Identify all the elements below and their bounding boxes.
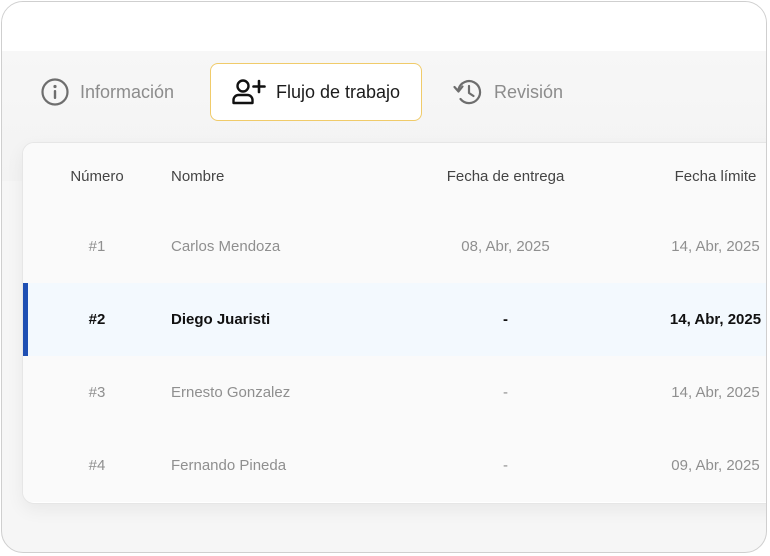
table-row[interactable]: #1 Carlos Mendoza 08, Abr, 2025 14, Abr,… xyxy=(23,210,766,283)
workflow-panel: Información Flujo de trabajo Revisión Nú… xyxy=(1,1,767,553)
row-fecha-limite: 09, Abr, 2025 xyxy=(671,457,760,474)
info-icon xyxy=(40,77,70,107)
top-bar xyxy=(2,2,766,52)
table-row[interactable]: #3 Ernesto Gonzalez - 14, Abr, 2025 xyxy=(23,356,766,429)
tab-revision-label: Revisión xyxy=(494,81,564,102)
tab-informacion[interactable]: Información xyxy=(40,63,174,121)
tab-flujo-label: Flujo de trabajo xyxy=(275,81,401,102)
row-numero: #2 xyxy=(88,311,106,328)
history-icon xyxy=(452,77,484,107)
table-row[interactable]: #4 Fernando Pineda - 09, Abr, 2025 xyxy=(23,429,766,502)
workflow-table: Número Nombre Fecha de entrega Fecha lím… xyxy=(22,142,766,504)
row-numero: #4 xyxy=(88,457,106,474)
row-fecha-entrega: - xyxy=(503,311,508,328)
add-user-icon xyxy=(232,78,266,106)
row-numero: #1 xyxy=(88,238,106,255)
row-fecha-limite: 14, Abr, 2025 xyxy=(671,384,760,401)
row-fecha-limite: 14, Abr, 2025 xyxy=(671,238,760,255)
table-header: Número Nombre Fecha de entrega Fecha lím… xyxy=(23,143,766,210)
row-nombre: Carlos Mendoza xyxy=(171,238,281,255)
column-header-fecha-limite[interactable]: Fecha límite xyxy=(623,143,766,210)
column-header-fecha-entrega[interactable]: Fecha de entrega xyxy=(423,143,588,210)
row-nombre: Diego Juaristi xyxy=(171,311,271,328)
column-header-numero[interactable]: Número xyxy=(23,143,171,210)
tab-revision[interactable]: Revisión xyxy=(452,63,563,121)
row-fecha-entrega: - xyxy=(503,457,508,474)
row-fecha-entrega: - xyxy=(503,384,508,401)
row-numero: #3 xyxy=(88,384,106,401)
row-fecha-limite: 14, Abr, 2025 xyxy=(669,311,762,328)
tab-informacion-label: Información xyxy=(80,81,175,102)
table-row-selected[interactable]: #2 Diego Juaristi - 14, Abr, 2025 xyxy=(23,283,766,356)
tab-flujo-de-trabajo[interactable]: Flujo de trabajo xyxy=(210,63,422,121)
row-nombre: Fernando Pineda xyxy=(171,457,287,474)
column-header-nombre[interactable]: Nombre xyxy=(171,143,224,210)
row-nombre: Ernesto Gonzalez xyxy=(171,384,291,401)
row-fecha-entrega: 08, Abr, 2025 xyxy=(461,238,550,255)
